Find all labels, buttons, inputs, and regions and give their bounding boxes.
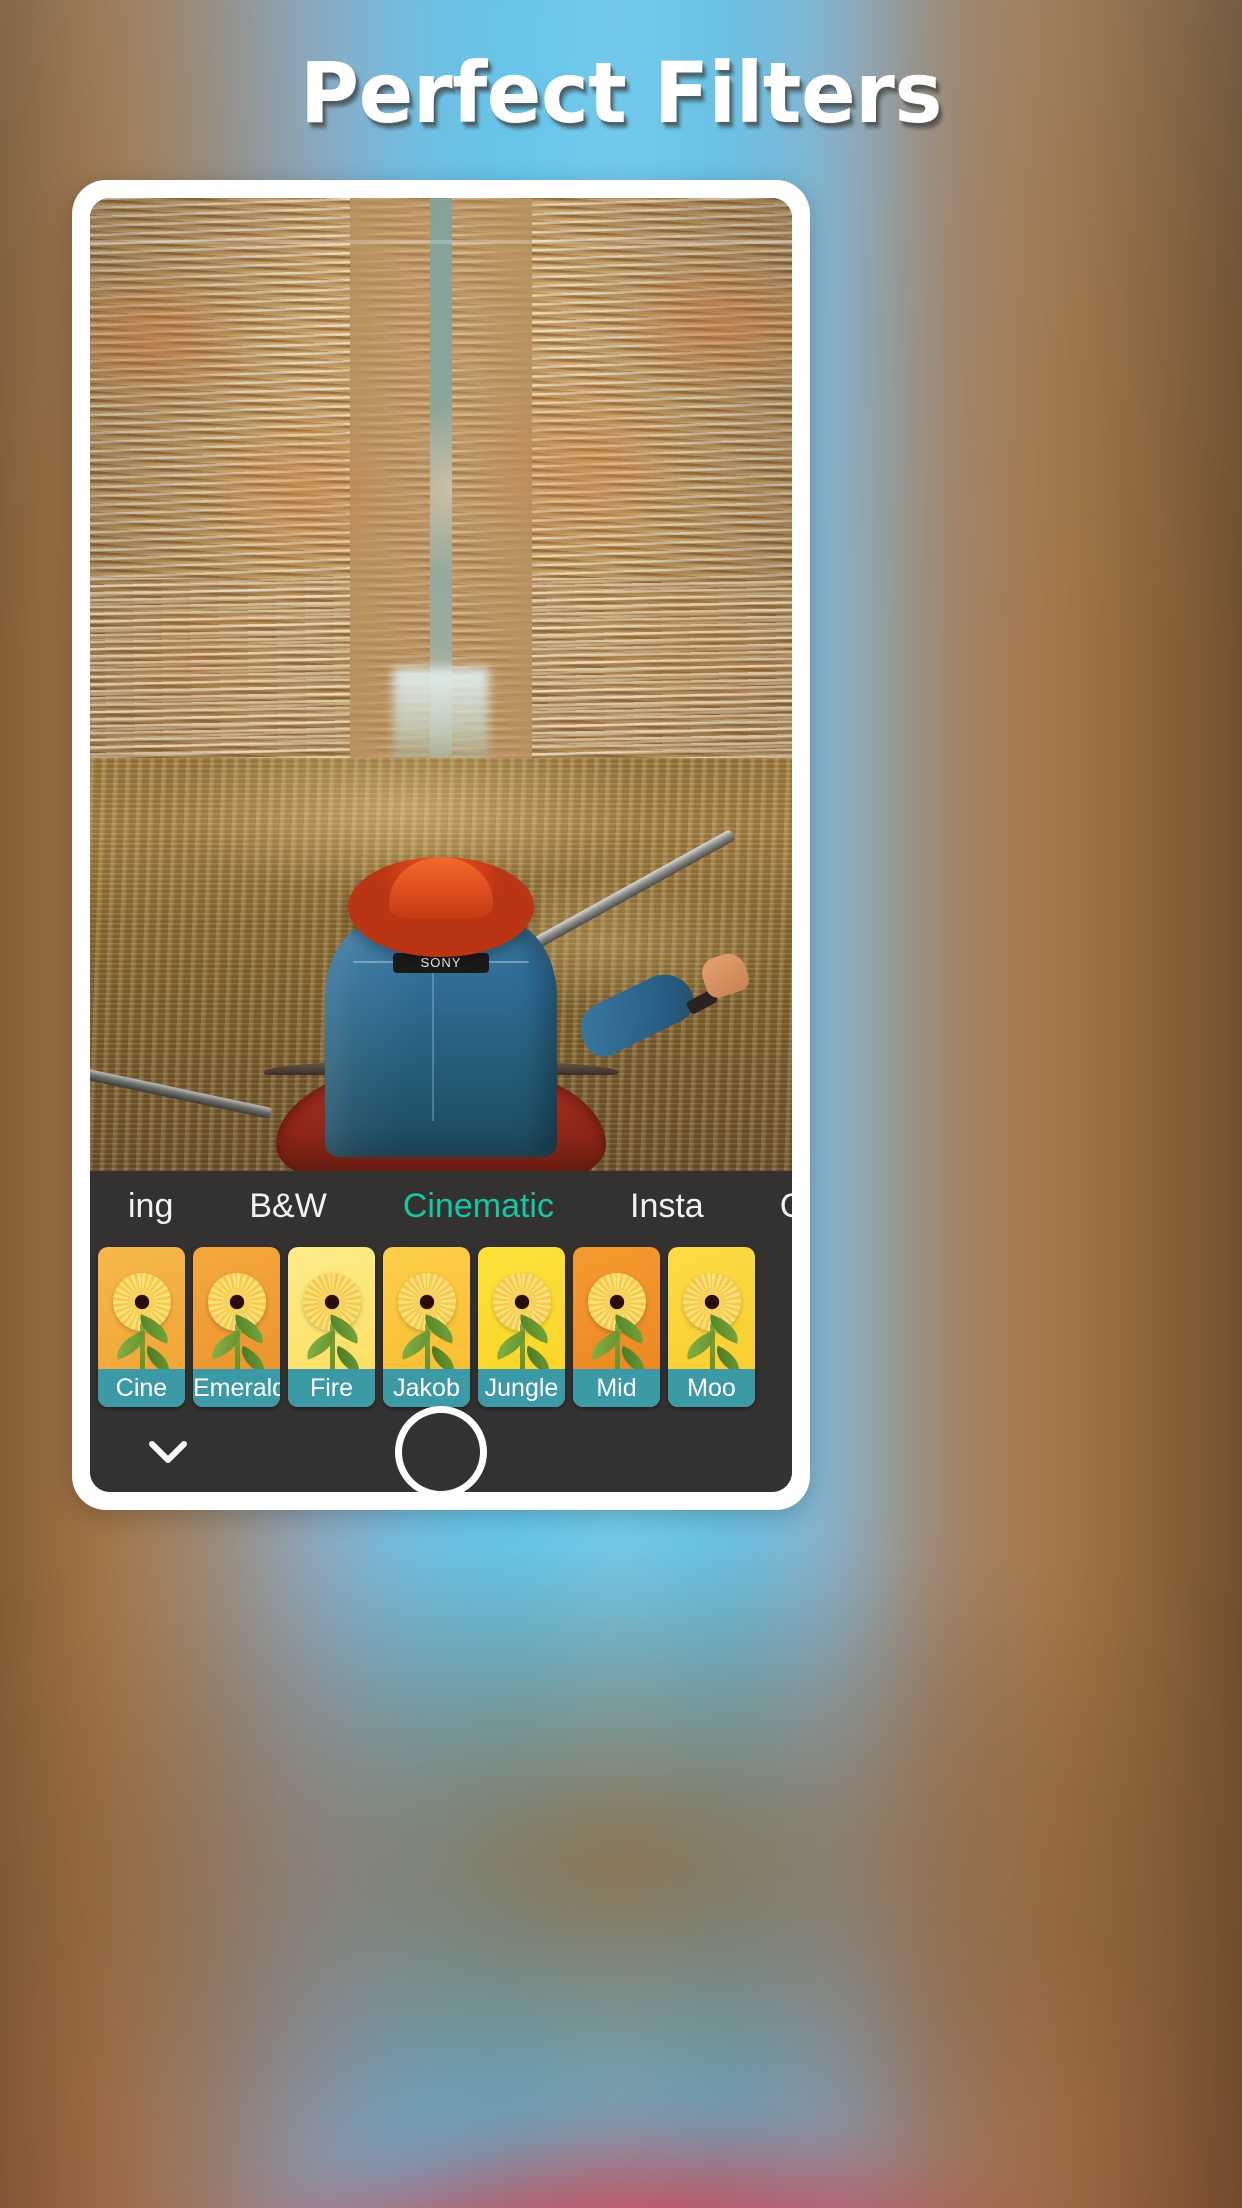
tab-bw[interactable]: B&W — [211, 1187, 364, 1226]
filter-label: Mid — [573, 1369, 660, 1407]
phone-mockup: SONY ing B&W Cinematic Insta Cine Emeral… — [72, 180, 810, 1510]
filter-thumb-cine[interactable]: Cine — [98, 1247, 185, 1407]
shutter-button[interactable] — [395, 1405, 487, 1492]
filter-label: Jungle — [478, 1369, 565, 1407]
promo-screenshot: Perfect Filters SONY ing B&W Cinematic I… — [0, 0, 1242, 2208]
tab-insta[interactable]: Insta — [592, 1187, 742, 1226]
filter-thumbnail-carousel[interactable]: Cine Emerald Fire Jakob Jungle Mid Moo — [90, 1241, 792, 1411]
filter-label: Fire — [288, 1369, 375, 1407]
filter-thumb-emerald[interactable]: Emerald — [193, 1247, 280, 1407]
filter-thumb-fire[interactable]: Fire — [288, 1247, 375, 1407]
tab-ing[interactable]: ing — [90, 1187, 211, 1226]
jacket-center-seam — [431, 971, 434, 1121]
page-title: Perfect Filters — [300, 44, 942, 142]
filter-thumb-mid[interactable]: Mid — [573, 1247, 660, 1407]
phone-screen: SONY ing B&W Cinematic Insta Cine Emeral… — [90, 198, 792, 1492]
filter-thumb-jakob[interactable]: Jakob — [383, 1247, 470, 1407]
camera-viewfinder[interactable]: SONY — [90, 198, 792, 1171]
kayaker-subject: SONY — [90, 829, 753, 1171]
filter-thumb-moody[interactable]: Moo — [668, 1247, 755, 1407]
filter-category-tabs[interactable]: ing B&W Cinematic Insta C — [90, 1171, 792, 1241]
filter-label: Moo — [668, 1369, 755, 1407]
status-bar-band — [90, 240, 792, 244]
filter-label: Jakob — [383, 1369, 470, 1407]
tab-c-truncated[interactable]: C — [742, 1187, 792, 1226]
chevron-down-icon[interactable] — [142, 1426, 194, 1478]
filter-label: Cine — [98, 1369, 185, 1407]
filter-thumb-jungle[interactable]: Jungle — [478, 1247, 565, 1407]
filter-label: Emerald — [193, 1369, 280, 1407]
camera-control-bar — [90, 1405, 792, 1492]
tab-cinematic[interactable]: Cinematic — [365, 1187, 592, 1226]
